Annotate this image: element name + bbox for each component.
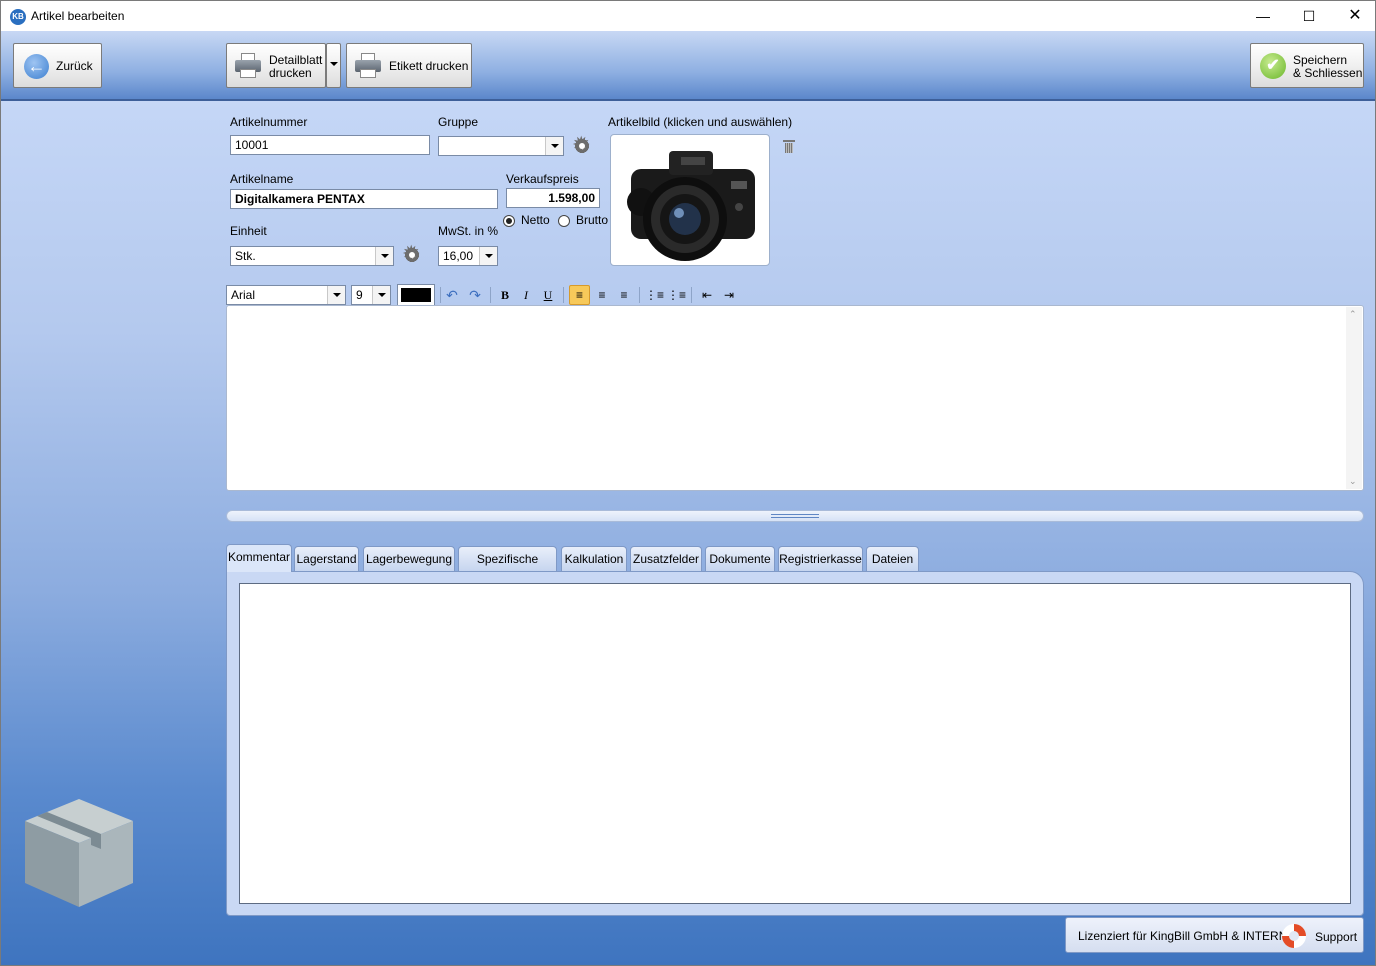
chevron-down-icon (479, 247, 497, 265)
app-logo-icon: KB (10, 9, 26, 25)
unit-value: Stk. (235, 249, 256, 263)
vat-value: 16,00 (443, 249, 474, 263)
tab-zusatzfelder[interactable]: Zusatzfelder (630, 546, 702, 571)
align-left-icon[interactable]: ≡ (569, 285, 590, 305)
editor-scrollbar[interactable]: ⌃ ⌄ (1346, 307, 1362, 489)
tab-kalkulation[interactable]: Kalkulation (561, 546, 627, 571)
toolbar-separator (440, 287, 441, 303)
font-size-value: 9 (356, 288, 363, 302)
bold-button[interactable]: B (497, 285, 513, 305)
print-label-label: Etikett drucken (389, 59, 469, 73)
font-select[interactable]: Arial (226, 285, 346, 305)
article-image-label: Artikelbild (klicken und auswählen) (608, 115, 793, 129)
license-text: Lizenziert für KingBill GmbH & INTERN (1078, 929, 1288, 943)
article-edit-window: ← Zurück Detailblatt drucken Etikett druc… (0, 31, 1376, 966)
panel-splitter[interactable] (226, 510, 1364, 522)
tab-kommentar[interactable]: Kommentar (226, 544, 292, 572)
underline-button[interactable]: U (540, 285, 556, 305)
align-right-icon[interactable]: ≡ (614, 285, 634, 305)
print-detail-label: Detailblatt drucken (269, 53, 323, 80)
bullet-list-icon[interactable]: ⋮≡ (645, 285, 664, 305)
gear-icon[interactable] (572, 133, 592, 157)
article-name-input[interactable]: Digitalkamera PENTAX (230, 189, 498, 209)
print-detail-dropdown[interactable] (326, 43, 341, 88)
support-link[interactable]: Support (1315, 930, 1357, 944)
price-input[interactable]: 1.598,00 (506, 188, 600, 208)
printer-icon (355, 53, 381, 79)
chevron-down-icon (372, 286, 390, 304)
indent-icon[interactable]: ⇥ (720, 285, 738, 305)
italic-button[interactable]: I (518, 285, 534, 305)
scroll-down-icon[interactable]: ⌄ (1349, 476, 1357, 487)
group-select[interactable] (438, 136, 564, 156)
chevron-down-icon (375, 247, 393, 265)
window-title: Artikel bearbeiten (31, 9, 125, 23)
save-close-label: Speichern & Schliessen (1293, 53, 1363, 80)
article-number-input[interactable]: 10001 (230, 135, 430, 155)
camera-photo (627, 151, 755, 261)
vat-select[interactable]: 16,00 (438, 246, 498, 266)
chevron-down-icon (327, 286, 345, 304)
toolbar-separator (563, 287, 564, 303)
maximize-icon[interactable]: ☐ (1286, 1, 1332, 31)
vat-label: MwSt. in % (438, 224, 499, 238)
group-label: Gruppe (438, 115, 479, 129)
description-editor[interactable]: ⌃ ⌄ (226, 305, 1364, 491)
price-label: Verkaufspreis (506, 172, 579, 186)
close-icon[interactable]: ✕ (1332, 1, 1376, 31)
chevron-down-icon (330, 62, 338, 66)
tab-lagerbewegung[interactable]: Lagerbewegung (363, 546, 455, 571)
arrow-left-icon: ← (24, 54, 49, 79)
undo-icon[interactable]: ↶ (443, 285, 461, 305)
tab-lagerstand[interactable]: Lagerstand (294, 546, 359, 571)
align-center-icon[interactable]: ≡ (592, 285, 612, 305)
article-number-label: Artikelnummer (230, 115, 308, 129)
toolbar-separator (490, 287, 491, 303)
tab-dateien[interactable]: Dateien (866, 546, 919, 571)
comment-textarea[interactable] (239, 583, 1351, 904)
tab-spezifische-preise[interactable]: Spezifische Preise (458, 546, 557, 590)
lifebuoy-icon[interactable] (1282, 924, 1306, 948)
unit-label: Einheit (230, 224, 267, 238)
print-detail-button[interactable]: Detailblatt drucken (226, 43, 326, 88)
netto-label: Netto (521, 213, 550, 227)
brutto-radio[interactable] (558, 215, 570, 227)
back-button-label: Zurück (56, 59, 93, 73)
article-name-label: Artikelname (230, 172, 294, 186)
article-image[interactable] (610, 134, 770, 266)
trash-icon[interactable] (783, 140, 795, 154)
brutto-label: Brutto (576, 213, 609, 227)
scroll-up-icon[interactable]: ⌃ (1349, 309, 1357, 320)
gear-icon[interactable] (402, 242, 422, 266)
minimize-icon[interactable]: — (1240, 1, 1286, 31)
font-value: Arial (231, 288, 256, 302)
printer-icon (235, 53, 261, 79)
redo-icon[interactable]: ↷ (466, 285, 484, 305)
tab-panel (226, 571, 1364, 916)
save-close-button[interactable]: ✔ Speichern & Schliessen (1250, 43, 1364, 88)
package-icon (25, 799, 133, 907)
toolbar-separator (691, 287, 692, 303)
back-button[interactable]: ← Zurück (13, 43, 102, 88)
font-size-select[interactable]: 9 (351, 285, 391, 305)
license-status-bar: Lizenziert für KingBill GmbH & INTERN Su… (1065, 917, 1364, 953)
main-toolbar: ← Zurück Detailblatt drucken Etikett druc… (1, 31, 1375, 101)
chevron-down-icon (545, 137, 563, 155)
netto-radio[interactable] (503, 215, 515, 227)
text-color-picker[interactable] (397, 284, 435, 306)
color-swatch (401, 288, 431, 302)
unit-select[interactable]: Stk. (230, 246, 394, 266)
tab-registrierkasse[interactable]: Registrierkasse (778, 546, 863, 571)
outdent-icon[interactable]: ⇤ (698, 285, 716, 305)
numbered-list-icon[interactable]: ⋮≡ (667, 285, 686, 305)
splitter-grip[interactable] (771, 514, 819, 518)
tab-dokumente[interactable]: Dokumente (705, 546, 775, 571)
title-bar: KB Artikel bearbeiten — ☐ ✕ (0, 0, 1376, 31)
print-label-button[interactable]: Etikett drucken (346, 43, 472, 88)
checkmark-icon: ✔ (1260, 53, 1286, 79)
toolbar-separator (639, 287, 640, 303)
